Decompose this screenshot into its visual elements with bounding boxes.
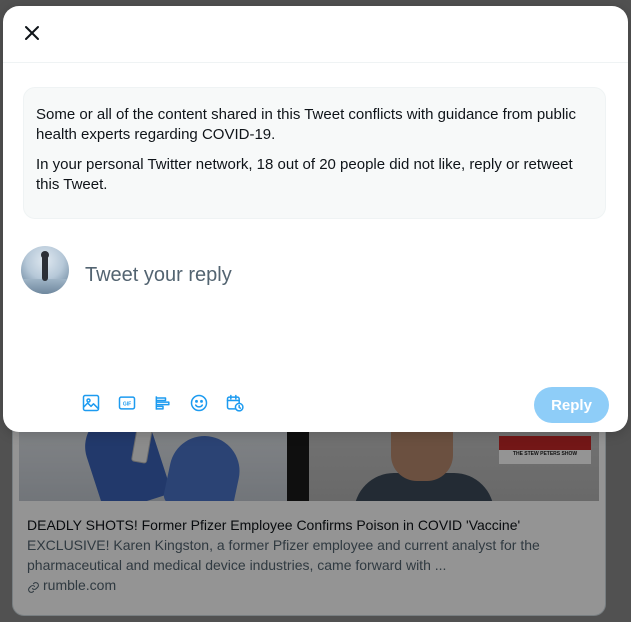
modal-header <box>3 6 628 62</box>
avatar[interactable] <box>21 246 69 294</box>
close-icon <box>24 25 40 46</box>
media-button[interactable] <box>79 393 103 417</box>
image-icon <box>81 393 101 418</box>
notice-text-covid: Some or all of the content shared in thi… <box>36 106 577 143</box>
reply-button[interactable]: Reply <box>534 387 609 423</box>
schedule-icon <box>225 393 245 418</box>
header-divider <box>3 62 628 63</box>
gif-icon: GIF <box>117 393 137 418</box>
notice-text-network: In your personal Twitter network, 18 out… <box>36 156 573 193</box>
poll-icon <box>153 393 173 418</box>
compose-toolbar: GIF <box>79 391 247 419</box>
gif-button[interactable]: GIF <box>115 393 139 417</box>
emoji-icon <box>189 393 209 418</box>
schedule-button[interactable] <box>223 393 247 417</box>
emoji-button[interactable] <box>187 393 211 417</box>
reply-input[interactable] <box>83 260 587 290</box>
svg-text:GIF: GIF <box>123 401 131 407</box>
close-button[interactable] <box>17 20 47 50</box>
misleading-info-notice: Some or all of the content shared in thi… <box>23 87 606 219</box>
poll-button[interactable] <box>151 393 175 417</box>
reply-modal: Some or all of the content shared in thi… <box>3 6 628 432</box>
